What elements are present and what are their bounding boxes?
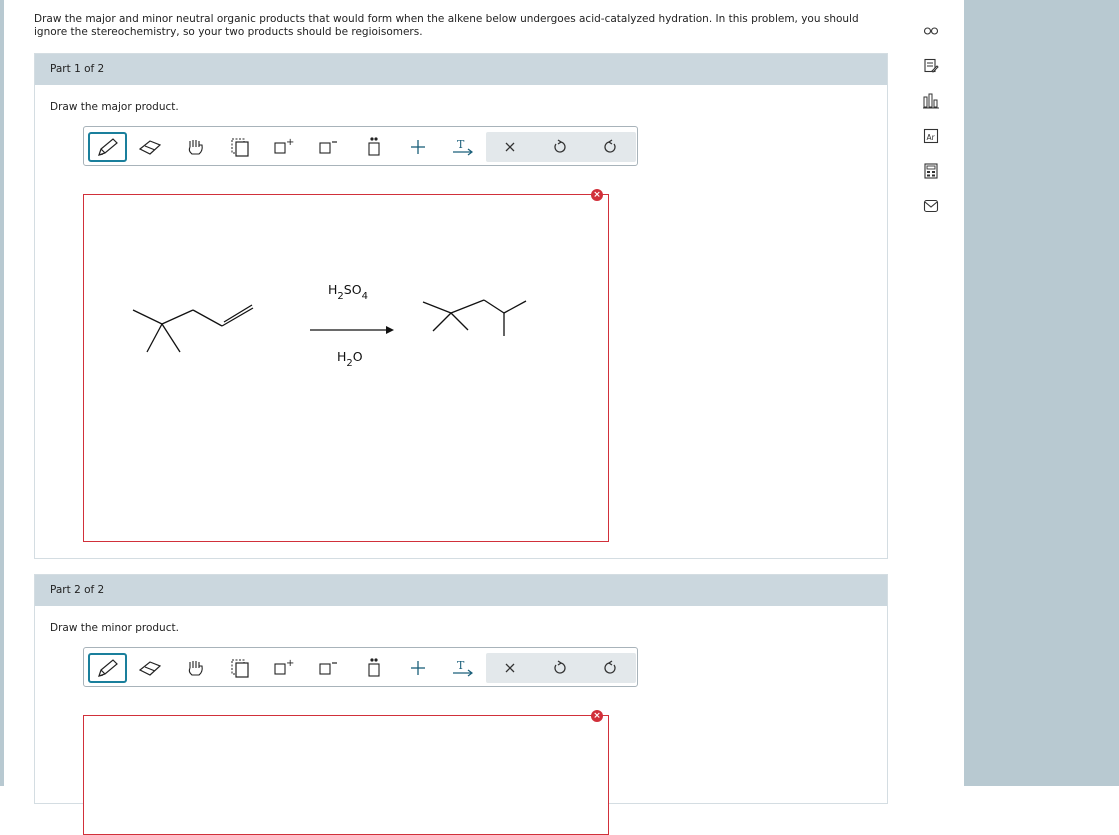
plus-tool-button[interactable] — [401, 653, 435, 683]
positive-charge-icon: + — [274, 137, 294, 154]
periodic-table-icon: Ar — [923, 128, 939, 144]
text-arrow-icon: T — [453, 138, 473, 156]
negative-charge-button[interactable] — [311, 132, 345, 162]
undo-button[interactable] — [543, 653, 577, 683]
positive-charge-button[interactable]: + — [266, 132, 300, 162]
eraser-tool-button[interactable] — [133, 653, 167, 683]
left-border-strip — [0, 0, 4, 786]
part-1-drawing-toolbar: + T — [83, 126, 638, 166]
lone-pair-button[interactable] — [357, 653, 391, 683]
copy-tool-button[interactable] — [223, 653, 257, 683]
part-1-drawing-canvas[interactable]: H2SO4 H2O — [83, 194, 609, 542]
svg-text:Ar: Ar — [927, 133, 936, 142]
eraser-icon — [138, 140, 162, 155]
starting-alkene-structure — [132, 304, 254, 353]
glasses-icon — [923, 27, 939, 35]
plus-icon — [411, 661, 425, 675]
part-2-panel: Part 2 of 2 Draw the minor product. + T — [34, 574, 888, 835]
product-skeleton-structure — [422, 299, 527, 336]
lone-pair-button[interactable] — [357, 132, 391, 162]
right-margin-panel — [964, 0, 1119, 786]
reaction-scheme: H2SO4 H2O — [132, 282, 527, 369]
svg-text:+: + — [286, 658, 294, 669]
text-arrow-tool-button[interactable]: T — [445, 132, 479, 162]
part-2-error-icon: × — [591, 710, 603, 722]
svg-text:T: T — [457, 659, 465, 672]
hand-icon — [188, 140, 203, 155]
undo-icon — [554, 139, 566, 153]
part-1-panel: Part 1 of 2 Draw the major product. + T — [34, 53, 888, 559]
question-text: Draw the major and minor neutral organic… — [34, 13, 859, 38]
pencil-icon — [97, 659, 118, 677]
copy-icon — [231, 659, 249, 678]
part-2-drawing-canvas[interactable] — [83, 715, 609, 835]
reagent-sulfuric-acid: H2SO4 — [328, 282, 368, 302]
redo-button[interactable] — [593, 653, 627, 683]
hand-tool-button[interactable] — [179, 653, 213, 683]
negative-charge-icon — [319, 662, 337, 675]
reaction-arrow — [310, 326, 394, 334]
chart-icon — [923, 93, 939, 109]
redo-icon — [604, 139, 616, 153]
part-2-prompt: Draw the minor product. — [50, 622, 179, 634]
redo-icon — [604, 660, 616, 674]
negative-charge-button[interactable] — [311, 653, 345, 683]
plus-tool-button[interactable] — [401, 132, 435, 162]
part-1-header: Part 1 of 2 — [35, 54, 887, 85]
lone-pair-icon — [368, 658, 380, 677]
clear-icon — [505, 142, 515, 152]
periodic-table-button[interactable]: Ar — [918, 123, 944, 149]
glasses-button[interactable] — [918, 18, 944, 44]
svg-text:+: + — [286, 137, 294, 148]
part-2-header: Part 2 of 2 — [35, 575, 887, 606]
copy-icon — [231, 138, 249, 157]
clear-button[interactable] — [493, 132, 527, 162]
pencil-tool-button[interactable] — [88, 653, 127, 683]
svg-text:T: T — [457, 138, 465, 151]
part-1-error-icon: × — [591, 189, 603, 201]
eraser-icon — [138, 661, 162, 676]
pencil-tool-button[interactable] — [88, 132, 127, 162]
text-arrow-icon: T — [453, 659, 473, 677]
text-arrow-tool-button[interactable]: T — [445, 653, 479, 683]
notes-icon — [924, 58, 939, 73]
pencil-icon — [97, 138, 118, 156]
mail-button[interactable] — [918, 193, 944, 219]
redo-button[interactable] — [593, 132, 627, 162]
undo-button[interactable] — [543, 132, 577, 162]
positive-charge-icon: + — [274, 658, 294, 675]
reagent-water: H2O — [337, 349, 363, 369]
notes-button[interactable] — [918, 53, 944, 79]
hand-icon — [188, 661, 203, 676]
positive-charge-button[interactable]: + — [266, 653, 300, 683]
calculator-icon — [924, 163, 938, 179]
undo-icon — [554, 660, 566, 674]
part-2-drawing-toolbar: + T — [83, 647, 638, 687]
clear-button[interactable] — [493, 653, 527, 683]
mail-icon — [923, 199, 939, 213]
eraser-tool-button[interactable] — [133, 132, 167, 162]
plus-icon — [411, 140, 425, 154]
chart-button[interactable] — [918, 88, 944, 114]
copy-tool-button[interactable] — [223, 132, 257, 162]
hand-tool-button[interactable] — [179, 132, 213, 162]
lone-pair-icon — [368, 137, 380, 156]
part-1-prompt: Draw the major product. — [50, 101, 179, 113]
calculator-button[interactable] — [918, 158, 944, 184]
clear-icon — [505, 663, 515, 673]
negative-charge-icon — [319, 141, 337, 154]
